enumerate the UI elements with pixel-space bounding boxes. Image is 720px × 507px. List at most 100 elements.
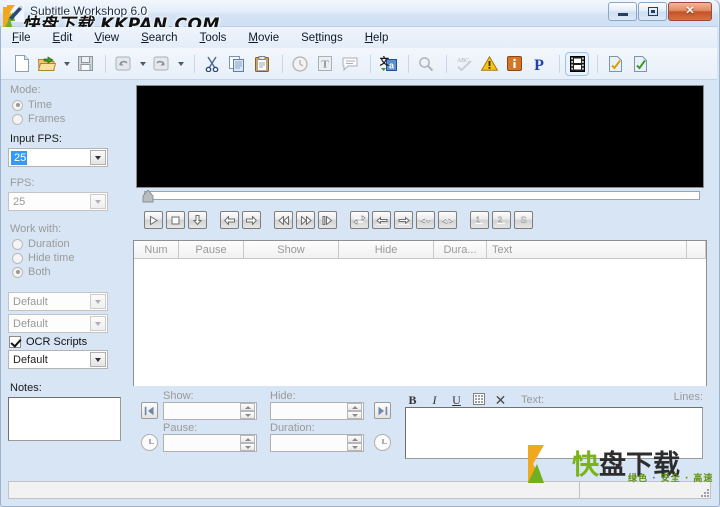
- column-header-pause[interactable]: Pause: [179, 241, 244, 258]
- mark-subtitle-icon[interactable]: [604, 53, 626, 75]
- information-errors-icon[interactable]: [478, 53, 500, 75]
- info-icon[interactable]: [503, 53, 525, 75]
- bold-button[interactable]: B: [405, 393, 420, 408]
- clear-formatting-button[interactable]: ✕: [493, 392, 508, 409]
- column-header-show[interactable]: Show: [244, 241, 339, 258]
- undo-dropdown-arrow[interactable]: [137, 53, 148, 75]
- menu-item-tools[interactable]: Tools: [189, 30, 238, 46]
- subtitle-list[interactable]: Num Pause Show Hide Dura... Text: [133, 240, 707, 386]
- redo-dropdown-arrow[interactable]: [175, 53, 186, 75]
- input-fps-combo[interactable]: 25: [8, 148, 108, 167]
- pause-input[interactable]: [163, 434, 257, 452]
- set-hide-time-icon[interactable]: [374, 402, 391, 419]
- menu-item-view[interactable]: View: [83, 30, 130, 46]
- video-preview-icon[interactable]: [565, 51, 589, 76]
- show-spinner[interactable]: [240, 403, 255, 419]
- duration-input[interactable]: [270, 434, 364, 452]
- chevron-down-icon[interactable]: [90, 294, 106, 309]
- pascal-script-icon[interactable]: P: [528, 53, 550, 75]
- chevron-down-icon[interactable]: [90, 150, 106, 165]
- search-icon[interactable]: [415, 53, 437, 75]
- set-subtitle-end-button[interactable]: </>: [438, 211, 457, 229]
- open-dropdown-arrow[interactable]: [61, 53, 72, 75]
- italic-button[interactable]: I: [427, 393, 442, 408]
- show-time-input[interactable]: [163, 402, 257, 420]
- notes-input[interactable]: [8, 397, 121, 441]
- set-show-time-button[interactable]: [372, 211, 391, 229]
- open-subtitle-icon[interactable]: [36, 53, 58, 75]
- format-combo-1[interactable]: Default: [8, 292, 108, 311]
- new-subtitle-icon[interactable]: [11, 53, 33, 75]
- text-label: Text:: [521, 394, 545, 406]
- close-button[interactable]: ✕: [668, 2, 712, 21]
- move-backward-button[interactable]: [220, 211, 239, 229]
- underline-button[interactable]: U: [449, 393, 464, 408]
- move-forward-button[interactable]: [242, 211, 261, 229]
- subtitle-text-icon[interactable]: [339, 53, 361, 75]
- ocr-scripts-checkbox[interactable]: OCR Scripts: [9, 336, 130, 348]
- copy-icon[interactable]: [226, 53, 248, 75]
- column-header-num[interactable]: Num: [134, 241, 179, 258]
- hide-time-input[interactable]: [270, 402, 364, 420]
- set-delay-icon[interactable]: [289, 53, 311, 75]
- column-header-hide[interactable]: Hide: [339, 241, 434, 258]
- chevron-down-icon[interactable]: [90, 316, 106, 331]
- rewind-button[interactable]: [274, 211, 293, 229]
- format-combo-2[interactable]: Default: [8, 314, 108, 333]
- mode-radio-frames[interactable]: Frames: [12, 113, 130, 125]
- column-header-text[interactable]: Text: [487, 241, 687, 258]
- pause-clock-icon[interactable]: [141, 434, 158, 451]
- menu-item-edit[interactable]: Edit: [42, 30, 84, 46]
- mode-radio-time[interactable]: Time: [12, 99, 130, 111]
- ocr-scripts-combo[interactable]: Default: [8, 350, 108, 369]
- paste-icon[interactable]: [251, 53, 273, 75]
- redo-icon[interactable]: [150, 53, 172, 75]
- undo-icon[interactable]: [112, 53, 134, 75]
- hide-label: Hide:: [270, 390, 296, 402]
- set-subtitle-start-button[interactable]: <+: [416, 211, 435, 229]
- unmark-subtitle-icon[interactable]: [629, 53, 651, 75]
- move-subtitle-2-button[interactable]: 2: [492, 211, 511, 229]
- menu-item-search[interactable]: Search: [130, 30, 188, 46]
- chevron-down-icon[interactable]: [90, 352, 106, 367]
- column-header-duration[interactable]: Dura...: [434, 241, 487, 258]
- alternate-loop-button[interactable]: [350, 211, 369, 229]
- font-color-button[interactable]: [471, 392, 486, 408]
- fps-combo[interactable]: 25: [8, 192, 108, 211]
- seek-thumb[interactable]: [142, 190, 154, 203]
- subtitle-list-body[interactable]: [134, 259, 706, 386]
- video-seek-bar[interactable]: [136, 189, 704, 205]
- sync-button[interactable]: S: [514, 211, 533, 229]
- translator-mode-icon[interactable]: a文: [377, 53, 399, 75]
- menu-item-movie[interactable]: Movie: [237, 30, 290, 46]
- toolbar-separator: [408, 54, 409, 73]
- cut-icon[interactable]: [201, 53, 223, 75]
- hide-spinner[interactable]: [347, 403, 362, 419]
- minimize-button[interactable]: [608, 2, 637, 21]
- menu-item-file[interactable]: File: [1, 30, 42, 46]
- menu-item-settings[interactable]: Settings: [290, 30, 354, 46]
- work-with-radio-both[interactable]: Both: [12, 266, 130, 278]
- work-with-radio-duration[interactable]: Duration: [12, 238, 130, 250]
- toggle-playback-button[interactable]: [188, 211, 207, 229]
- set-hide-time-button[interactable]: [394, 211, 413, 229]
- pause-spinner[interactable]: [240, 435, 255, 451]
- next-frame-button[interactable]: [318, 211, 337, 229]
- resize-grip-icon[interactable]: [699, 488, 711, 500]
- set-show-time-icon[interactable]: [141, 402, 158, 419]
- save-subtitle-icon[interactable]: [74, 53, 96, 75]
- play-button[interactable]: [144, 211, 163, 229]
- seek-track[interactable]: [144, 191, 700, 200]
- spell-check-icon[interactable]: ABC: [453, 53, 475, 75]
- move-subtitle-1-button[interactable]: 1: [470, 211, 489, 229]
- work-with-radio-hide-time[interactable]: Hide time: [12, 252, 130, 264]
- set-duration-icon[interactable]: T: [314, 53, 336, 75]
- duration-spinner[interactable]: [347, 435, 362, 451]
- stop-button[interactable]: [166, 211, 185, 229]
- chevron-down-icon[interactable]: [90, 194, 106, 209]
- menu-item-help[interactable]: Help: [354, 30, 400, 46]
- duration-clock-icon[interactable]: [374, 434, 391, 451]
- maximize-button[interactable]: [638, 2, 667, 21]
- forward-button[interactable]: [296, 211, 315, 229]
- video-preview-area[interactable]: [136, 85, 704, 188]
